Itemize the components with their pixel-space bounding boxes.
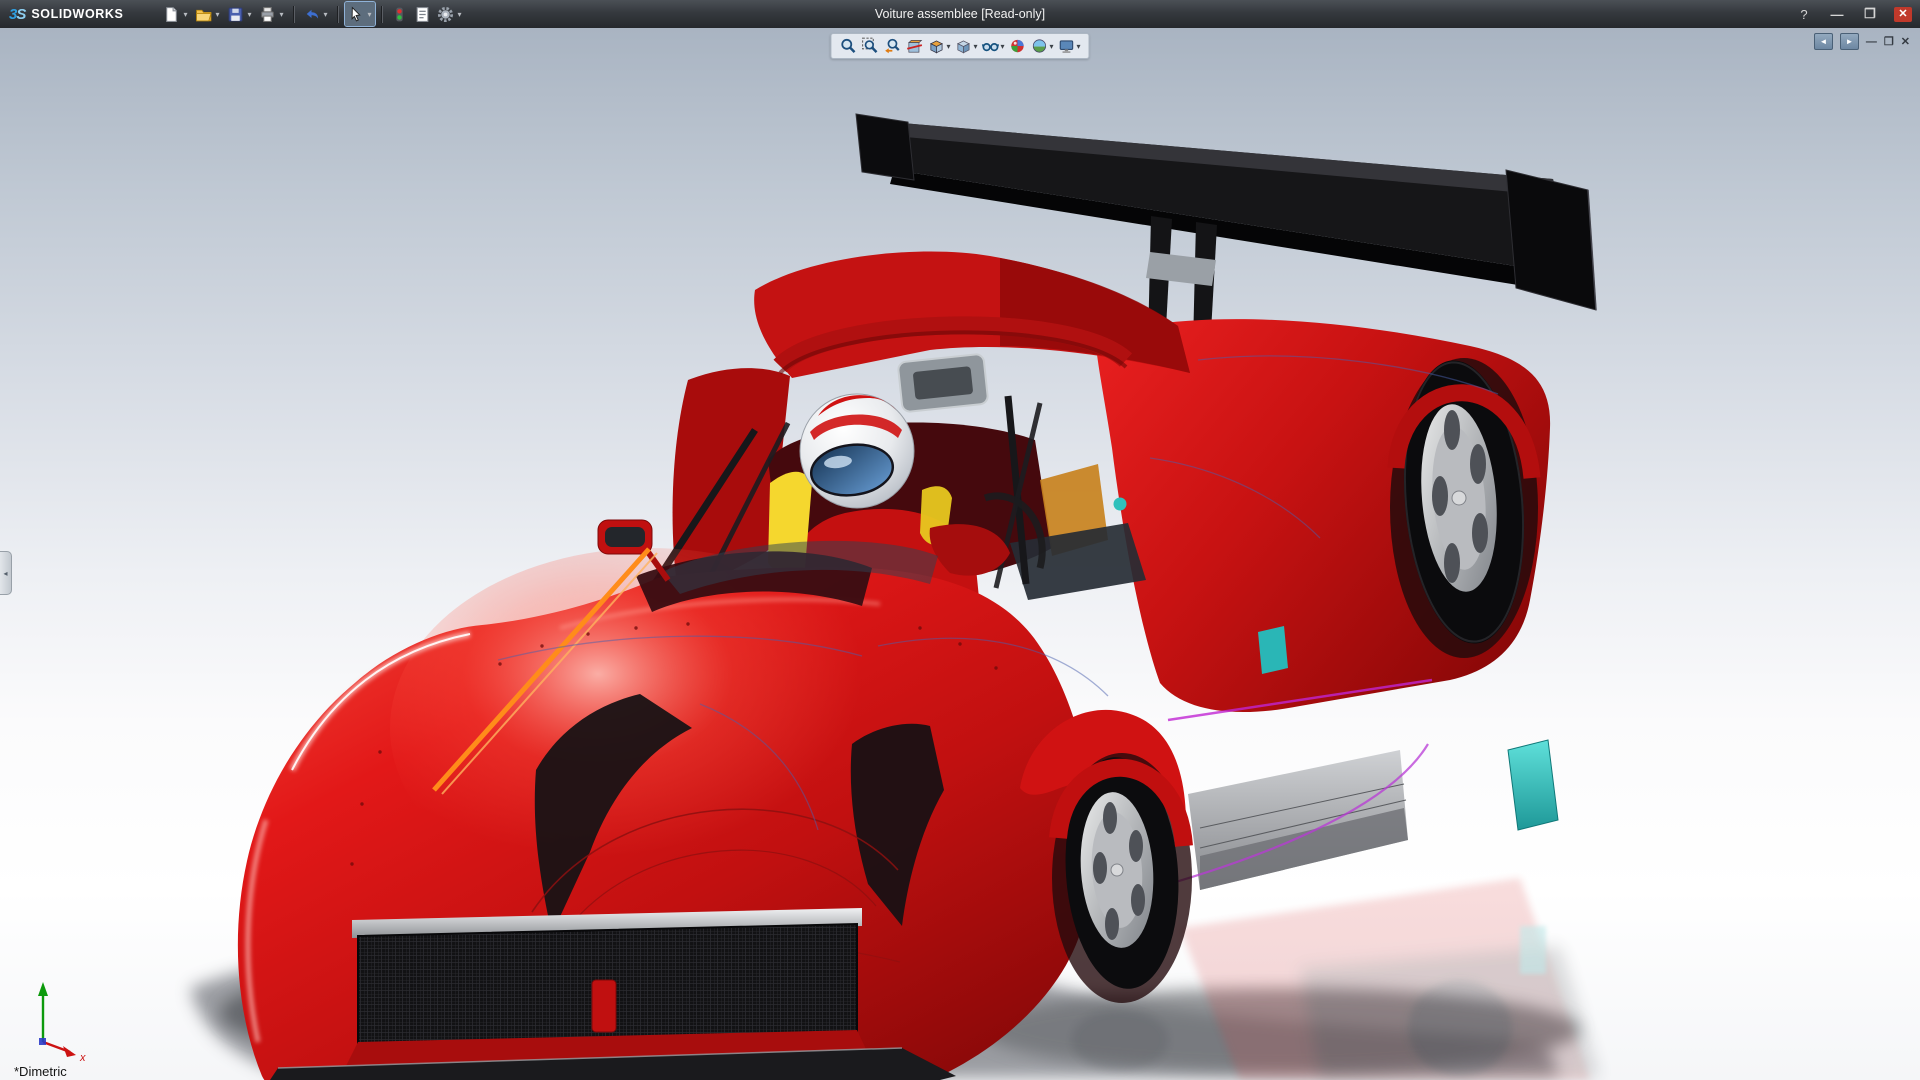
restore-document-button[interactable]: ❐ [1884,35,1894,48]
save-floppy-icon [229,7,243,21]
heads-up-view-toolbar: ▾ ▾ ▾ ▾ ▾ [830,33,1090,59]
print-button[interactable]: ▾ [257,2,287,26]
zoom-to-area-button[interactable] [860,36,880,56]
undo-dropdown-arrow[interactable]: ▾ [321,10,329,19]
display-style-dropdown-arrow[interactable]: ▾ [973,42,977,51]
solidworks-logo: 3S SOLIDWORKS [0,6,133,23]
open-button[interactable]: ▾ [193,2,223,26]
hide-show-items-button[interactable]: ▾ [980,36,1005,56]
options-dropdown-arrow[interactable]: ▾ [455,10,463,19]
undo-button[interactable]: ▾ [301,2,331,26]
select-dropdown-arrow[interactable]: ▾ [365,10,373,19]
hide-show-dropdown-arrow[interactable]: ▾ [1000,42,1004,51]
print-icon [261,6,275,22]
dassault-logo-icon: 3S [9,5,26,23]
display-style-icon [956,40,970,54]
view-orientation-label: *Dimetric [14,1064,67,1079]
previous-view-button[interactable] [882,36,902,56]
triad-x-label: x [79,1052,86,1064]
triad-y-axis [38,982,48,996]
edit-appearance-button[interactable] [1008,36,1028,56]
previous-view-icon [885,38,900,54]
window-controls: ? — ❐ ✕ [1795,0,1912,28]
zoom-to-area-icon [862,37,878,53]
options-button[interactable]: ▾ [435,2,465,26]
view-settings-dropdown-arrow[interactable]: ▾ [1077,42,1081,51]
rebuild-trafficlight-icon [396,7,404,21]
save-dropdown-arrow[interactable]: ▾ [245,10,253,19]
driver-helmet [799,393,915,509]
select-button[interactable]: ▾ [344,1,377,27]
apply-scene-icon [1032,39,1047,53]
minimize-document-button[interactable]: — [1866,36,1877,48]
front-wheel [1049,753,1193,1003]
view-settings-button[interactable]: ▾ [1057,36,1082,56]
save-button[interactable]: ▾ [225,2,255,26]
select-cursor-icon [352,5,362,22]
hide-show-glasses-icon [981,43,1000,52]
new-dropdown-arrow[interactable]: ▾ [181,10,189,19]
section-view-button[interactable] [904,36,924,56]
display-style-button[interactable]: ▾ [953,36,978,56]
view-orientation-dropdown-arrow[interactable]: ▾ [946,42,950,51]
section-view-icon [907,40,923,53]
orientation-triad: x [38,982,86,1064]
zoom-to-fit-icon [841,38,856,53]
apply-scene-dropdown-arrow[interactable]: ▾ [1050,42,1054,51]
triad-z-axis [39,1038,46,1045]
help-button[interactable]: ? [1795,7,1813,22]
edit-appearance-ball-icon [1011,39,1024,53]
toolbar-separator [293,5,296,23]
close-button[interactable]: ✕ [1894,6,1912,22]
options-gear-icon [438,6,454,22]
graphics-area[interactable]: x ▾ ▾ ▾ ▾ ▾ ◄ ► — ❐ ✕ ◂ *Dimetric [0,28,1920,1080]
zoom-to-fit-button[interactable] [838,36,858,56]
3d-viewport-canvas[interactable]: x [0,28,1920,1080]
file-properties-button[interactable] [412,2,433,26]
rebuild-button[interactable] [389,2,410,26]
minimize-button[interactable]: — [1828,7,1846,22]
tile-right-button[interactable]: ► [1839,33,1859,50]
open-dropdown-arrow[interactable]: ▾ [213,10,221,19]
triad-x-axis [63,1046,76,1057]
view-settings-icon [1059,40,1074,53]
open-folder-icon [196,9,212,21]
close-document-button[interactable]: ✕ [1901,35,1910,48]
view-orientation-cube-icon [929,40,943,54]
print-dropdown-arrow[interactable]: ▾ [277,10,285,19]
undo-arrow-icon [307,9,319,19]
featuremanager-flyout-handle[interactable]: ◂ [0,551,12,595]
new-document-button[interactable]: ▾ [161,2,191,26]
document-title: Voiture assemblee [Read-only] [874,7,1046,21]
document-window-controls: ◄ ► — ❐ ✕ [1813,33,1910,50]
tile-left-button[interactable]: ◄ [1813,33,1833,50]
new-document-icon [166,6,178,22]
title-bar[interactable]: 3S SOLIDWORKS ▾ ▾ ▾ ▾ ▾ ▾ ▾ Voiture asse… [0,0,1920,28]
toolbar-separator [381,5,384,23]
view-orientation-button[interactable]: ▾ [926,36,951,56]
file-properties-icon [417,6,429,22]
standard-toolbar: ▾ ▾ ▾ ▾ ▾ ▾ ▾ [161,1,465,27]
maximize-button[interactable]: ❐ [1861,6,1879,22]
front-grille [270,908,956,1080]
brand-text: SOLIDWORKS [31,7,124,21]
apply-scene-button[interactable]: ▾ [1030,36,1055,56]
toolbar-separator [337,5,340,23]
